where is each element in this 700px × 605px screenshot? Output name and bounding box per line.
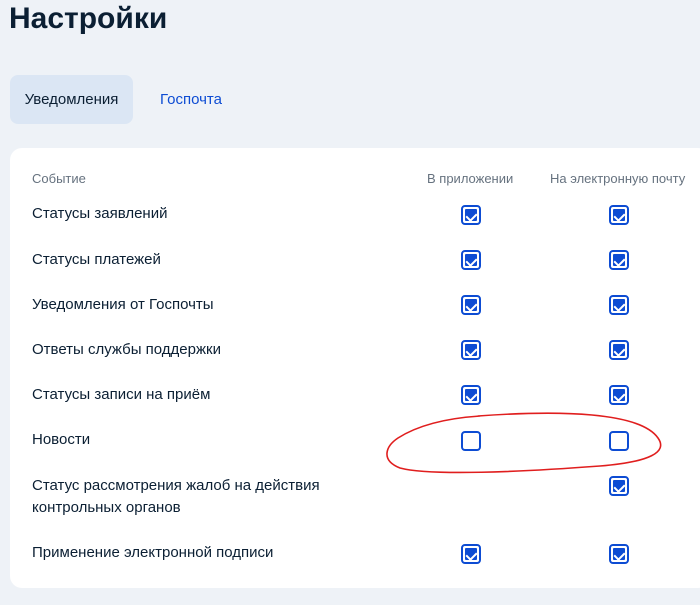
header-in-app: В приложении — [427, 171, 514, 186]
checkbox-email-payment-statuses[interactable] — [609, 250, 629, 270]
checkbox-app-e-signature[interactable] — [461, 544, 481, 564]
checkbox-app-payment-statuses[interactable] — [461, 250, 481, 270]
checkbox-email-application-statuses[interactable] — [609, 205, 629, 225]
header-event: Событие — [32, 171, 86, 186]
checkbox-app-application-statuses[interactable] — [461, 205, 481, 225]
row-label-news: Новости — [32, 431, 91, 448]
tabs: Уведомления Госпочта — [10, 75, 237, 124]
row-label-payment-statuses: Статусы платежей — [32, 251, 161, 268]
row-label-appointment-statuses: Статусы записи на приём — [32, 386, 211, 403]
checkbox-app-support-replies[interactable] — [461, 340, 481, 360]
checkbox-email-appointment-statuses[interactable] — [609, 385, 629, 405]
tab-gospochta[interactable]: Госпочта — [133, 75, 237, 124]
checkbox-app-news[interactable] — [461, 431, 481, 451]
row-label-support-replies: Ответы службы поддержки — [32, 341, 221, 358]
checkbox-email-news[interactable] — [609, 431, 629, 451]
checkbox-email-gospochta-notifications[interactable] — [609, 295, 629, 315]
checkbox-email-support-replies[interactable] — [609, 340, 629, 360]
checkbox-email-e-signature[interactable] — [609, 544, 629, 564]
row-label-e-signature: Применение электронной подписи — [32, 544, 274, 561]
row-label-complaints-status: Статус рассмотрения жалоб на действия ко… — [32, 477, 320, 516]
checkbox-email-complaints-status[interactable] — [609, 476, 629, 496]
checkbox-app-appointment-statuses[interactable] — [461, 385, 481, 405]
row-label-gospochta-notifications: Уведомления от Госпочты — [32, 296, 214, 313]
row-label-application-statuses: Статусы заявлений — [32, 205, 168, 222]
header-email: На электронную почту — [550, 171, 686, 186]
page-title: Настройки — [9, 2, 168, 35]
tab-notifications[interactable]: Уведомления — [10, 75, 133, 124]
checkbox-app-gospochta-notifications[interactable] — [461, 295, 481, 315]
